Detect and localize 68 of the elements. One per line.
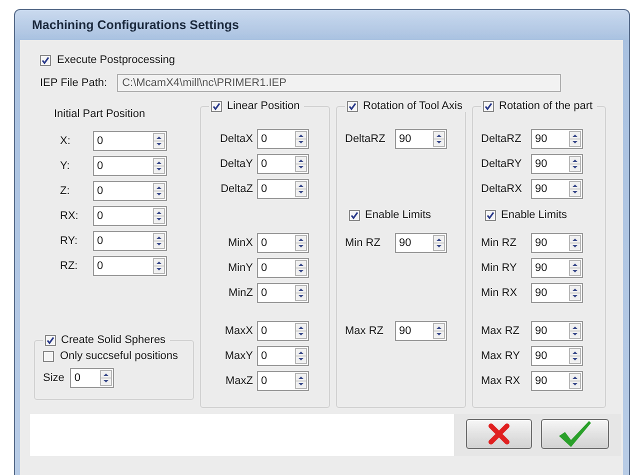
field-label: MaxX [224,324,253,336]
field-label: DeltaRY [481,158,523,170]
number-field[interactable]: 90 [531,178,583,198]
field-label: IEP File Path: [40,77,108,89]
number-field[interactable]: 0 [93,156,167,176]
field-label: Min RX [481,286,518,298]
number-field[interactable]: 0 [93,180,167,200]
number-field[interactable]: 90 [395,128,447,148]
number-field[interactable]: 0 [257,128,309,148]
checkbox-label: Create Solid Spheres [61,334,166,346]
number-field[interactable]: 0 [93,256,167,276]
number-field[interactable]: 90 [531,282,583,302]
checkbox-label: Only succseful positions [60,350,178,362]
field-label: Z: [59,184,71,196]
field-label: RY: [59,234,79,246]
field-label: DeltaZ [220,182,253,194]
number-field[interactable]: 0 [93,206,167,226]
number-field[interactable]: 90 [531,320,583,340]
number-field[interactable]: 0 [257,370,309,390]
number-field[interactable]: 0 [257,258,309,278]
field-label: Min RY [481,262,518,274]
field-label: MaxZ [224,374,253,386]
checkbox-label: Rotation of the part [499,100,593,112]
field-label: MinY [226,262,253,274]
field-label: RX: [59,210,80,222]
field-label: DeltaRZ [481,132,522,144]
field-label: Max RX [481,374,522,386]
number-field[interactable]: 90 [531,346,583,366]
number-field[interactable]: 0 [257,282,309,302]
number-field[interactable]: 0 [257,154,309,174]
section-title: Initial Part Position [54,108,146,120]
path-field[interactable]: C:\McamX4\mill\nc\PRIMER1.IEP [117,74,562,92]
field-label: Size [43,372,64,384]
number-field[interactable]: 0 [257,320,309,340]
number-field[interactable]: 0 [257,346,309,366]
number-field[interactable]: 90 [531,128,583,148]
field-label: X: [59,134,72,146]
number-field[interactable]: 0 [70,368,114,388]
field-label: DeltaX [218,132,253,144]
checkbox-label: Enable Limits [501,209,568,221]
field-label: Min RZ [345,236,382,248]
number-field[interactable]: 0 [257,178,309,198]
number-field[interactable]: 90 [531,370,583,390]
field-label: DeltaY [218,158,253,170]
window-title: Machining Configurations Settings [31,17,240,34]
number-field[interactable]: 90 [395,320,447,340]
field-label: Min RZ [481,236,518,248]
field-label: DeltaRZ [345,132,386,144]
number-field[interactable]: 90 [531,258,583,278]
checkbox-label: Rotation of Tool Axis [363,100,462,112]
field-label: Max RZ [345,324,384,336]
number-field[interactable]: 0 [257,232,309,252]
checkbox-label: Enable Limits [365,209,432,221]
number-field[interactable]: 0 [93,130,167,150]
field-label: MaxY [224,350,253,362]
number-field[interactable]: 0 [93,230,167,250]
number-field[interactable]: 90 [531,232,583,252]
number-field[interactable]: 90 [395,232,447,252]
field-label: DeltaRX [481,182,523,194]
number-field[interactable]: 90 [531,154,583,174]
field-label: MinX [226,236,253,248]
field-label: RZ: [59,260,79,272]
field-label: Max RZ [481,324,520,336]
checkbox-label: Execute Postprocessing [57,54,176,66]
field-label: MinZ [228,286,253,298]
checkbox-label: Linear Position [227,100,300,112]
field-label: Max RY [481,350,521,362]
field-label: Y: [59,160,71,172]
